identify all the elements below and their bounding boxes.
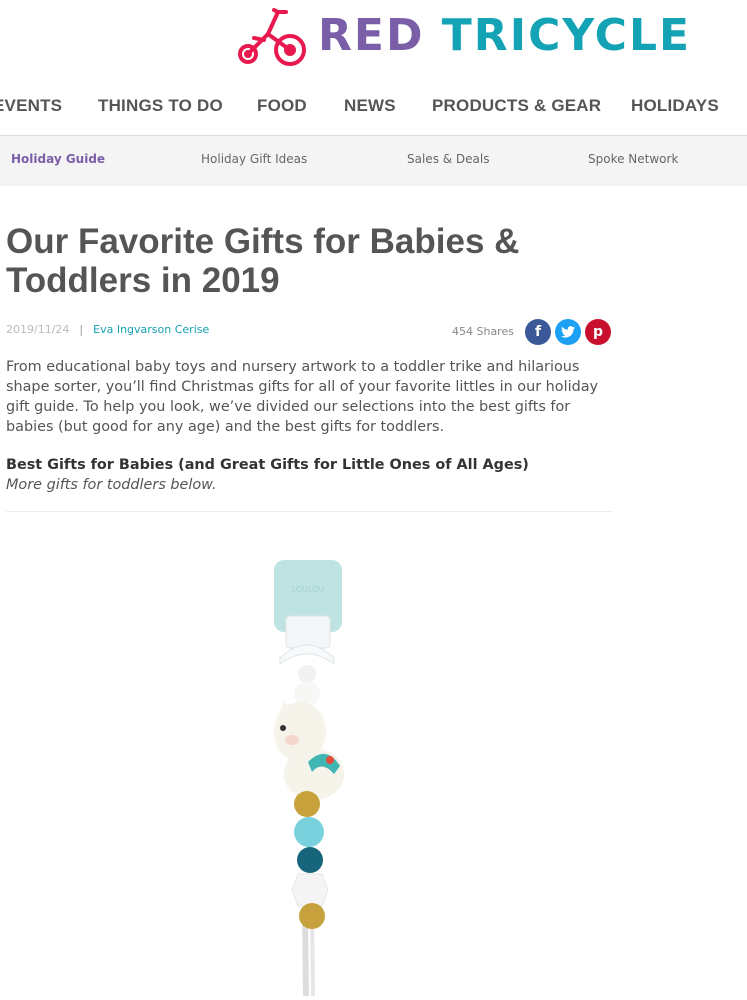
article-intro: From educational baby toys and nursery a… xyxy=(6,359,599,435)
site-logo[interactable]: RED TRICYCLE xyxy=(234,4,724,68)
facebook-icon: f xyxy=(534,324,542,340)
nav-things-to-do[interactable]: THINGS TO DO xyxy=(98,96,223,116)
logo-word-tricycle: TRICYCLE xyxy=(441,10,692,61)
subnav-holiday-guide[interactable]: Holiday Guide xyxy=(11,152,105,166)
subnav-spoke-network[interactable]: Spoke Network xyxy=(588,152,678,166)
product-image[interactable]: LOULOU xyxy=(0,512,620,997)
article-title: Our Favorite Gifts for Babies & Toddlers… xyxy=(6,222,520,300)
pinterest-share-button[interactable]: p xyxy=(585,319,611,345)
tricycle-icon xyxy=(238,8,306,66)
nav-holidays[interactable]: HOLIDAYS xyxy=(631,96,719,116)
share-count: 454 Shares xyxy=(452,325,514,338)
clip-brand-text: LOULOU xyxy=(292,585,325,594)
nav-food[interactable]: FOOD xyxy=(257,96,307,116)
subnav-holiday-gift-ideas[interactable]: Holiday Gift Ideas xyxy=(201,152,307,166)
sub-nav: Holiday Guide Holiday Gift Ideas Sales &… xyxy=(0,135,747,186)
nav-news[interactable]: NEWS xyxy=(344,96,396,116)
logo-word-red: RED xyxy=(318,10,425,61)
facebook-share-button[interactable]: f xyxy=(525,319,551,345)
article-date: 2019/11/24 xyxy=(6,323,70,336)
main-nav: EVENTS THINGS TO DO FOOD NEWS PRODUCTS &… xyxy=(0,86,747,126)
pinterest-icon: p xyxy=(592,324,604,340)
section-subheading: More gifts for toddlers below. xyxy=(6,477,217,493)
logo-wordmark: RED TRICYCLE xyxy=(318,14,691,58)
section-heading: Best Gifts for Babies (and Great Gifts f… xyxy=(6,457,529,473)
meta-separator: | xyxy=(79,323,84,336)
nav-events[interactable]: EVENTS xyxy=(0,96,62,116)
twitter-share-button[interactable] xyxy=(555,319,581,345)
article-author[interactable]: Eva Ingvarson Cerise xyxy=(93,323,209,336)
nav-products-gear[interactable]: PRODUCTS & GEAR xyxy=(432,96,601,116)
subnav-sales-deals[interactable]: Sales & Deals xyxy=(407,152,490,166)
twitter-icon xyxy=(561,326,575,338)
article-meta: 2019/11/24 | Eva Ingvarson Cerise xyxy=(6,323,209,336)
